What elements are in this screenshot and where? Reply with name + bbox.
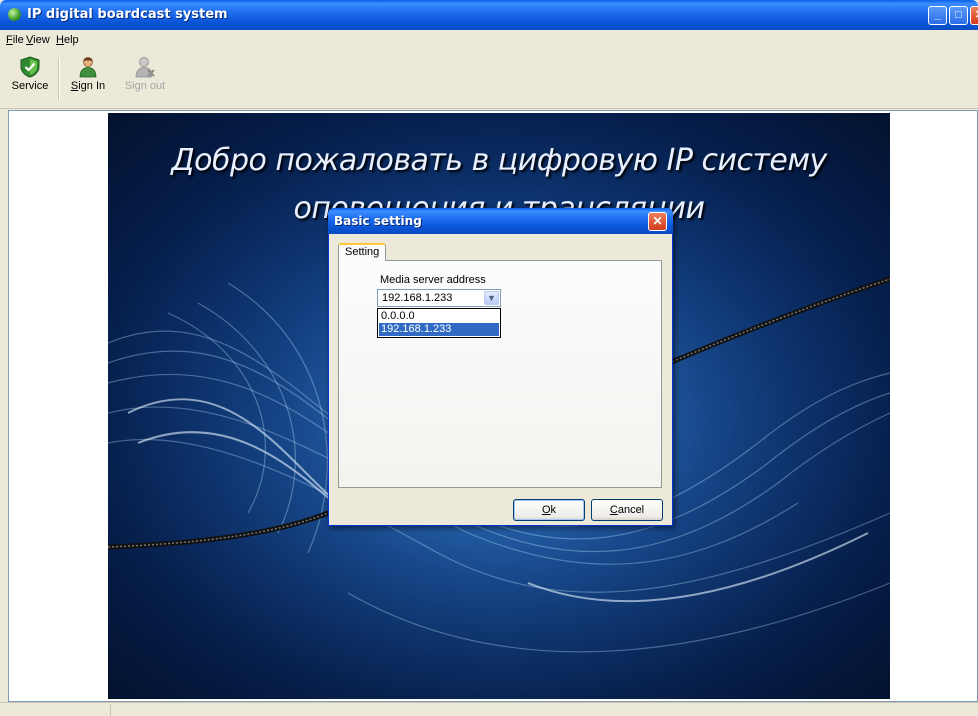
dialog-titlebar[interactable]: Basic setting ✕ [328,208,673,234]
menu-view[interactable]: View [26,34,50,46]
window-title: IP digital boardcast system [27,7,228,22]
toolbar-separator [58,58,60,100]
service-label: Service [11,80,49,92]
media-server-address-value: 192.168.1.233 [382,292,453,304]
media-server-address-select[interactable]: 192.168.1.233 ▼ [377,289,501,307]
sign-out-button[interactable]: Sign out [118,56,172,104]
toolbar: Service Sign In Sign out [0,50,978,109]
window-titlebar[interactable]: IP digital boardcast system _ □ ✕ [0,0,978,30]
status-bar [0,702,978,716]
dropdown-option[interactable]: 0.0.0.0 [379,310,499,323]
cancel-button[interactable]: Cancel [591,499,663,521]
sign-in-button[interactable]: Sign In [62,56,114,104]
basic-setting-dialog: Basic setting ✕ Setting Media server add… [328,208,673,526]
media-server-address-label: Media server address [380,274,486,286]
menu-bar: File View Help [0,30,978,50]
shield-check-icon [20,56,40,78]
status-pane-divider [110,704,111,716]
chevron-down-icon[interactable]: ▼ [484,291,499,305]
close-button[interactable]: ✕ [970,6,978,25]
media-server-dropdown-list: 0.0.0.0 192.168.1.233 [377,308,501,338]
menu-help[interactable]: Help [56,34,79,46]
dialog-title: Basic setting [334,214,422,228]
service-button[interactable]: Service [6,56,54,104]
user-remove-icon [135,57,155,78]
ok-button[interactable]: Ok [513,499,585,521]
sign-in-label: Sign In [70,80,106,92]
dropdown-option-selected[interactable]: 192.168.1.233 [379,323,499,336]
user-icon [79,57,97,78]
app-icon [8,8,21,21]
maximize-button[interactable]: □ [949,6,968,25]
menu-file[interactable]: File [6,34,24,46]
minimize-button[interactable]: _ [928,6,947,25]
tab-setting[interactable]: Setting [338,243,387,261]
sign-out-label: Sign out [124,80,166,92]
dialog-close-button[interactable]: ✕ [648,212,667,231]
welcome-heading-line1: Добро пожаловать в цифровую IP систему [171,143,827,178]
